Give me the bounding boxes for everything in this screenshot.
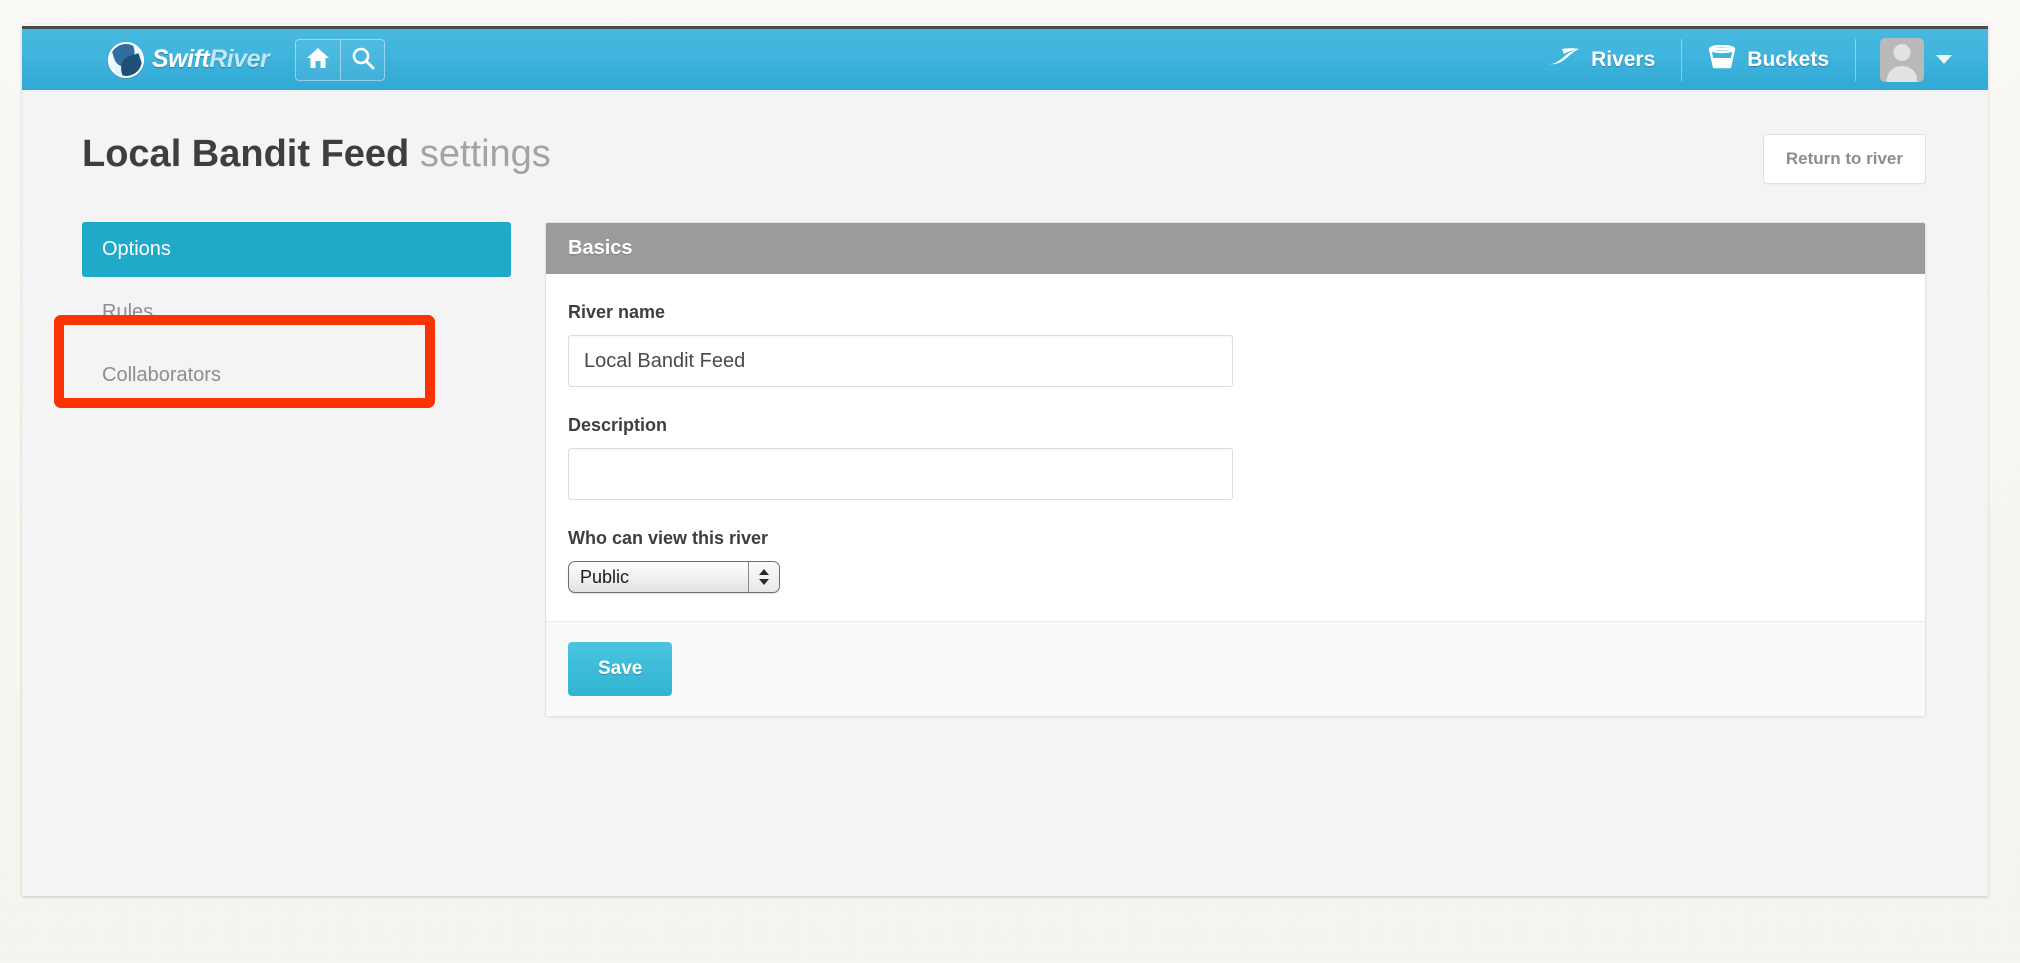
nav-buckets[interactable]: Buckets: [1682, 38, 1855, 82]
visibility-select[interactable]: Public: [568, 561, 780, 593]
page-title-river-name: Local Bandit Feed: [82, 133, 409, 175]
basics-panel-title: Basics: [546, 223, 1925, 274]
sidebar-item-options[interactable]: Options: [82, 222, 511, 277]
brand-wordmark: SwiftRiver: [152, 45, 269, 74]
home-button[interactable]: [296, 40, 340, 80]
top-navigation-bar: SwiftRiver: [22, 26, 1988, 90]
topbar-right-group: Rivers Buckets: [1522, 38, 1958, 82]
search-button[interactable]: [340, 40, 384, 80]
account-menu[interactable]: [1856, 38, 1958, 82]
basics-panel: Basics River name Description Who can vi…: [545, 222, 1926, 717]
chevron-down-icon: [759, 579, 769, 585]
description-field: Description: [568, 415, 1903, 500]
visibility-field: Who can view this river Public: [568, 528, 1903, 593]
browser-viewport: SwiftRiver: [22, 24, 1988, 896]
page-title-suffix: settings: [420, 133, 551, 175]
nav-buckets-label: Buckets: [1747, 48, 1829, 72]
search-icon: [351, 46, 375, 73]
river-name-input[interactable]: [568, 335, 1233, 387]
page-content: Local Bandit Feed settings Return to riv…: [22, 90, 1988, 896]
river-swoosh-icon: [1548, 46, 1580, 74]
brand-word-river: River: [209, 45, 269, 73]
basics-panel-footer: Save: [546, 621, 1925, 716]
sidebar-item-collaborators-label: Collaborators: [102, 364, 221, 386]
settings-sidebar: Options Rules Collaborators: [82, 222, 511, 403]
sidebar-item-options-label: Options: [102, 238, 171, 260]
swiftriver-logo-link[interactable]: SwiftRiver: [108, 42, 269, 78]
user-avatar-icon: [1880, 38, 1924, 82]
nav-rivers-label: Rivers: [1591, 48, 1655, 72]
swiftriver-swirl-icon: [108, 42, 144, 78]
visibility-selected-value: Public: [569, 562, 748, 592]
return-to-river-button[interactable]: Return to river: [1763, 134, 1926, 184]
nav-rivers[interactable]: Rivers: [1522, 38, 1681, 82]
bucket-icon: [1708, 45, 1736, 75]
sidebar-item-rules-label: Rules: [102, 301, 153, 323]
topbar-left-group: SwiftRiver: [62, 39, 1522, 81]
chevron-up-icon: [759, 569, 769, 575]
river-name-label: River name: [568, 302, 1903, 323]
home-icon: [306, 47, 330, 72]
topbar-icon-button-group: [295, 39, 385, 81]
visibility-label: Who can view this river: [568, 528, 1903, 549]
sidebar-item-collaborators[interactable]: Collaborators: [82, 348, 511, 403]
river-name-field: River name: [568, 302, 1903, 387]
sidebar-item-rules[interactable]: Rules: [82, 285, 511, 340]
basics-panel-body: River name Description Who can view this…: [546, 274, 1925, 621]
brand-word-swift: Swift: [152, 45, 209, 73]
page-header: Local Bandit Feed settings Return to riv…: [22, 90, 1988, 184]
page-title: Local Bandit Feed settings: [82, 134, 551, 176]
save-button[interactable]: Save: [568, 642, 672, 696]
settings-layout: Options Rules Collaborators Basics River…: [22, 184, 1988, 717]
chevron-down-icon: [1936, 55, 1952, 64]
select-stepper-icon: [748, 562, 779, 592]
description-label: Description: [568, 415, 1903, 436]
description-input[interactable]: [568, 448, 1233, 500]
